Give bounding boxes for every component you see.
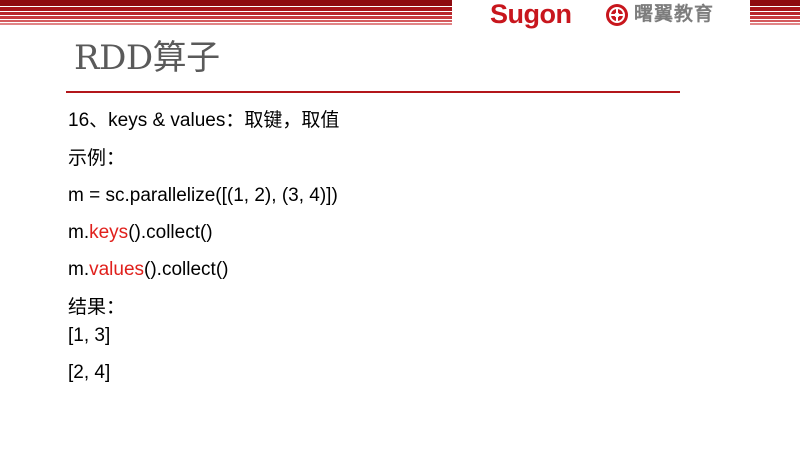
code-prefix: m. <box>68 222 90 243</box>
code-suffix: ().collect() <box>128 222 213 243</box>
code-line-parallelize: m = sc.parallelize([(1, 2), (3, 4)]) <box>68 185 338 206</box>
title-divider <box>66 91 680 93</box>
code-line-values: m.values().collect() <box>68 258 228 282</box>
result-values: [2, 4] <box>68 362 111 383</box>
brand-logo: Sugon <box>490 0 572 29</box>
code-line-keys: m.keys().collect() <box>68 221 213 245</box>
code-prefix: m. <box>68 259 90 280</box>
values-highlight: values <box>89 259 145 280</box>
keys-highlight: keys <box>89 222 129 243</box>
section-heading: 16、keys & values：取键，取值 <box>68 110 340 131</box>
code-suffix: ().collect() <box>144 259 229 280</box>
slide-title: RDD算子 <box>74 38 220 78</box>
result-label: 结果： <box>68 297 126 318</box>
logo-area: Sugon 曙翼教育 <box>452 0 750 28</box>
partner-logo-icon <box>606 4 628 26</box>
partner-logo-text: 曙翼教育 <box>634 3 715 25</box>
example-label: 示例： <box>68 148 126 169</box>
result-keys: [1, 3] <box>68 325 111 346</box>
